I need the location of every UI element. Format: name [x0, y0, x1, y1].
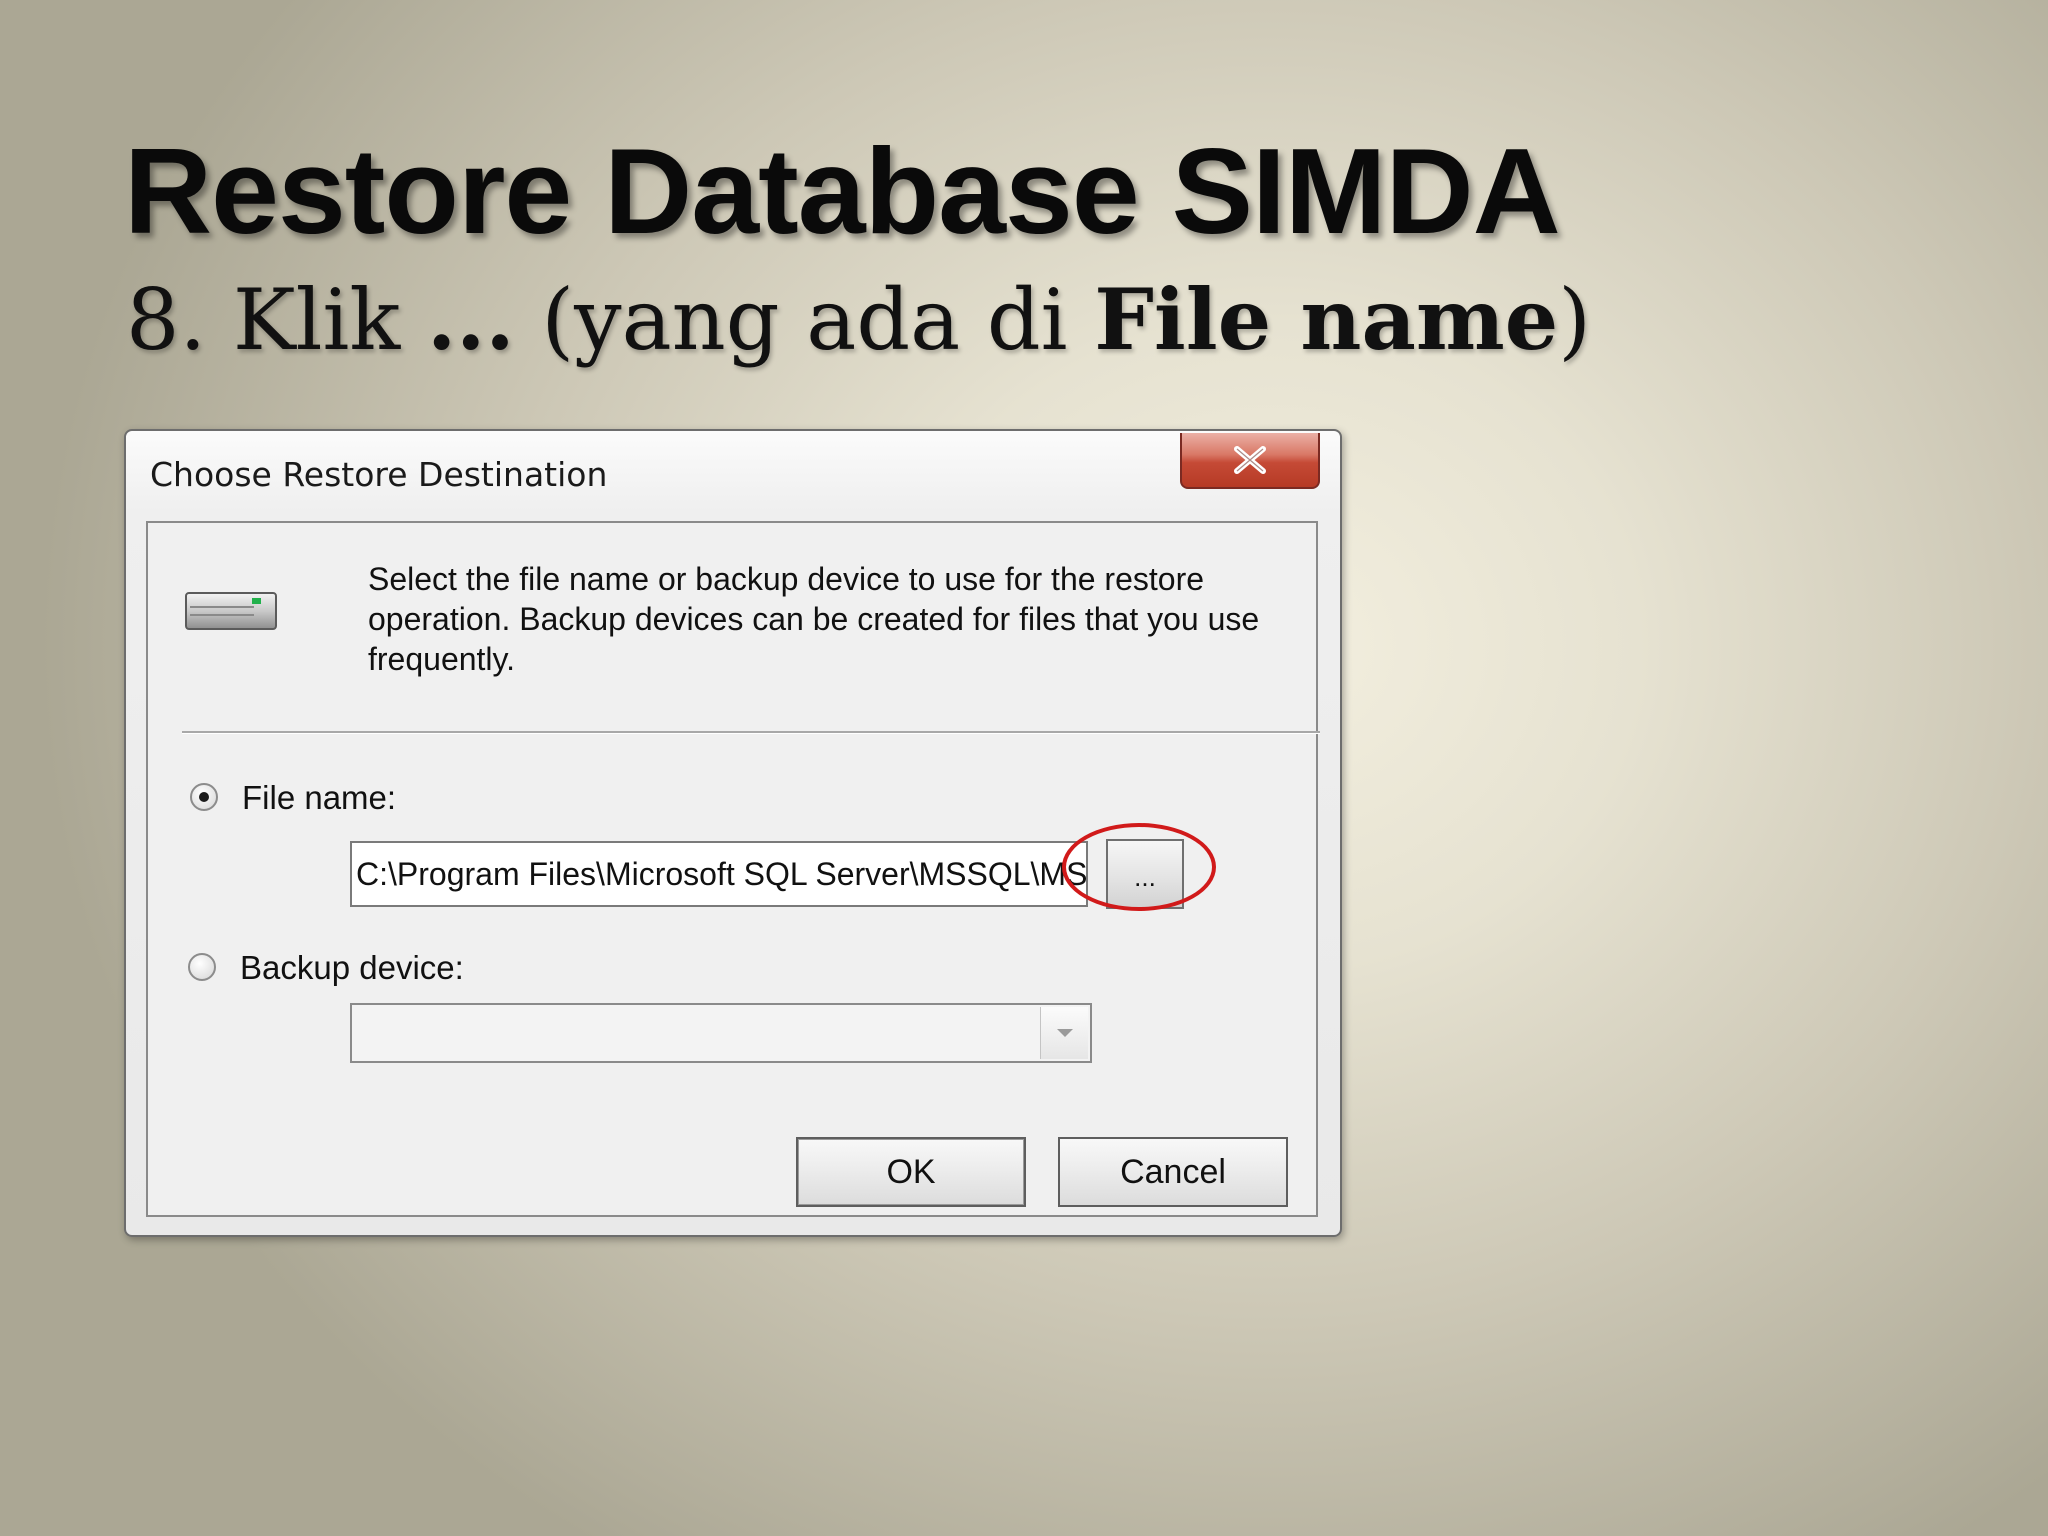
- backup-device-radio[interactable]: [188, 953, 216, 981]
- dropdown-arrow[interactable]: [1040, 1007, 1088, 1059]
- close-button[interactable]: [1180, 433, 1320, 489]
- file-name-input[interactable]: C:\Program Files\Microsoft SQL Server\MS…: [350, 841, 1088, 907]
- subtitle-field: File name: [1094, 270, 1559, 369]
- file-name-radio[interactable]: [190, 783, 218, 811]
- ok-button[interactable]: OK: [796, 1137, 1026, 1207]
- subtitle-ellipsis: ...: [426, 270, 515, 369]
- close-icon: [1234, 446, 1266, 474]
- backup-device-label: Backup device:: [240, 949, 464, 986]
- subtitle-middle: (yang ada di: [514, 271, 1095, 369]
- file-name-label: File name:: [242, 779, 397, 816]
- choose-restore-destination-dialog: Choose Restore Destination Select the fi…: [124, 429, 1342, 1237]
- dialog-description: Select the file name or backup device to…: [368, 561, 1260, 677]
- drive-icon: [184, 587, 280, 640]
- cancel-button[interactable]: Cancel: [1058, 1137, 1288, 1207]
- dialog-title: Choose Restore Destination: [150, 455, 608, 494]
- separator: [182, 731, 1320, 734]
- slide-subtitle: 8. Klik ... (yang ada di File name): [126, 278, 1591, 363]
- dialog-client-area: Select the file name or backup device to…: [146, 521, 1320, 1217]
- browse-button[interactable]: ...: [1106, 839, 1184, 909]
- subtitle-suffix: ): [1558, 271, 1591, 369]
- backup-device-select[interactable]: [350, 1003, 1092, 1063]
- chevron-down-icon: [1056, 1029, 1073, 1037]
- slide-title: Restore Database SIMDA: [124, 123, 1561, 259]
- subtitle-prefix: 8. Klik: [126, 271, 427, 369]
